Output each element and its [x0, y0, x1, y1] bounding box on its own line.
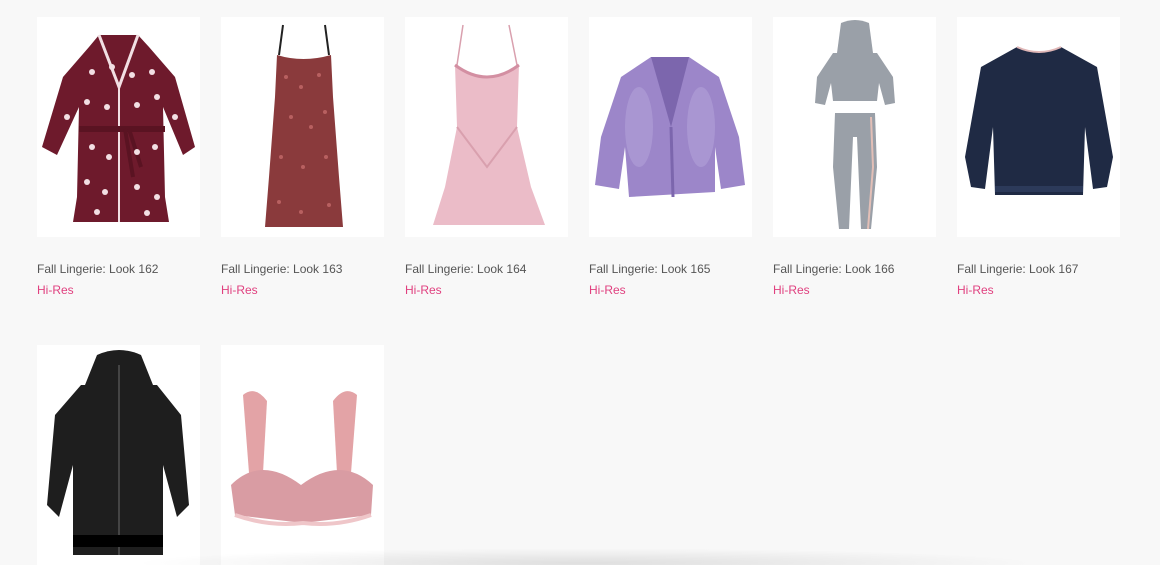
- product-card: Fall Lingerie: Look 163 Hi-Res: [221, 17, 384, 299]
- chemise-icon: [433, 24, 545, 225]
- sweater-icon: [965, 46, 1113, 195]
- product-thumbnail[interactable]: [773, 17, 936, 237]
- product-card: [221, 345, 384, 565]
- bra-icon: [231, 391, 373, 526]
- lounge-set-icon: [815, 20, 895, 230]
- product-thumbnail[interactable]: [221, 345, 384, 565]
- product-thumbnail[interactable]: [405, 17, 568, 237]
- hi-res-link[interactable]: Hi-Res: [957, 283, 994, 297]
- product-gallery: Fall Lingerie: Look 162 Hi-Res Fall Ling…: [0, 0, 1160, 565]
- product-caption: Fall Lingerie: Look 162: [37, 262, 159, 276]
- product-thumbnail[interactable]: [957, 17, 1120, 237]
- product-card: Fall Lingerie: Look 162 Hi-Res: [37, 17, 200, 299]
- product-card: [37, 345, 200, 565]
- product-caption: Fall Lingerie: Look 165: [589, 262, 711, 276]
- product-thumbnail[interactable]: [37, 17, 200, 237]
- hi-res-link[interactable]: Hi-Res: [589, 283, 626, 297]
- slip-dress-icon: [265, 24, 343, 227]
- hi-res-link[interactable]: Hi-Res: [773, 283, 810, 297]
- product-thumbnail[interactable]: [221, 17, 384, 237]
- product-card: Fall Lingerie: Look 165 Hi-Res: [589, 17, 752, 299]
- hi-res-link[interactable]: Hi-Res: [221, 283, 258, 297]
- robe-icon: [42, 34, 195, 222]
- hi-res-link[interactable]: Hi-Res: [37, 283, 74, 297]
- product-caption: Fall Lingerie: Look 163: [221, 262, 343, 276]
- product-caption: Fall Lingerie: Look 166: [773, 262, 895, 276]
- hooded-jacket-icon: [47, 350, 189, 555]
- product-caption: Fall Lingerie: Look 167: [957, 262, 1079, 276]
- product-thumbnail[interactable]: [37, 345, 200, 565]
- product-card: Fall Lingerie: Look 166 Hi-Res: [773, 17, 936, 299]
- hi-res-link[interactable]: Hi-Res: [405, 283, 442, 297]
- fur-jacket-icon: [595, 57, 745, 198]
- product-caption: Fall Lingerie: Look 164: [405, 262, 527, 276]
- product-card: Fall Lingerie: Look 164 Hi-Res: [405, 17, 568, 299]
- product-card: Fall Lingerie: Look 167 Hi-Res: [957, 17, 1120, 299]
- product-thumbnail[interactable]: [589, 17, 752, 237]
